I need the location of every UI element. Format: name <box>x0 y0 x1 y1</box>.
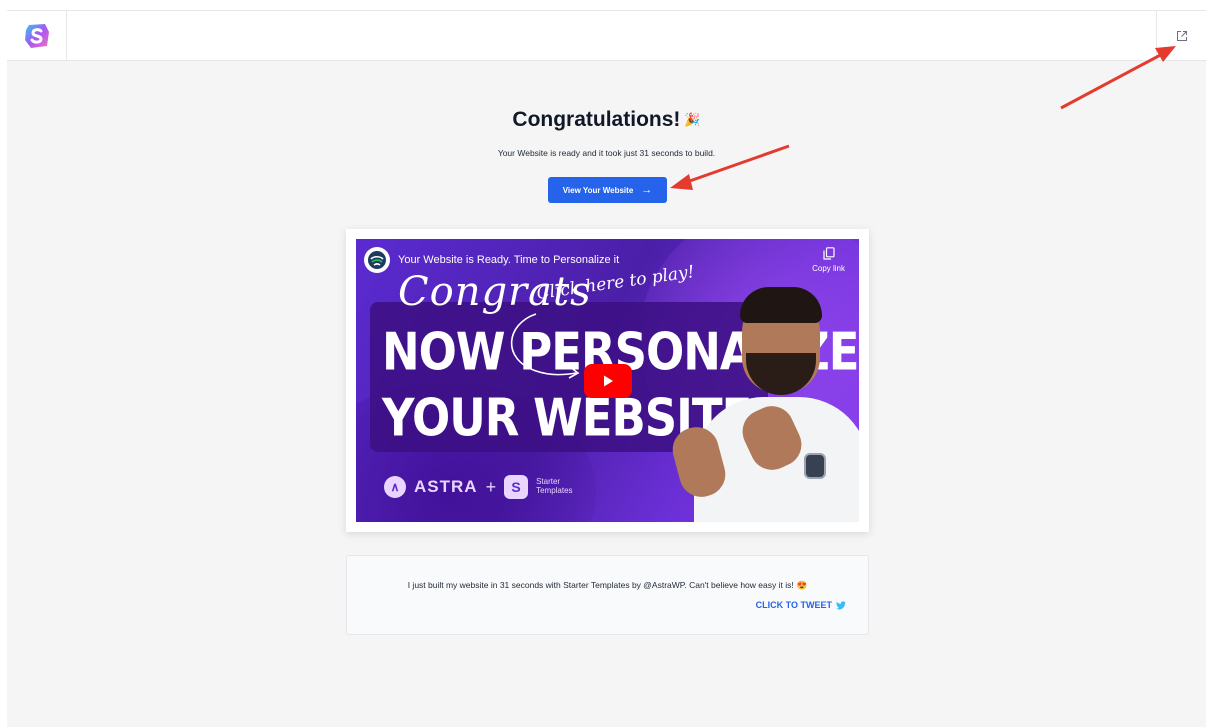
channel-logo-icon <box>368 251 386 269</box>
copy-link-button[interactable]: Copy link <box>812 247 845 273</box>
play-button[interactable] <box>584 364 632 398</box>
presenter-beard <box>746 353 816 395</box>
video-player[interactable]: Your Website is Ready. Time to Personali… <box>356 239 859 522</box>
starter-templates-logo-icon <box>24 24 49 48</box>
arrow-right-icon: → <box>641 184 653 196</box>
video-title[interactable]: Your Website is Ready. Time to Personali… <box>398 254 619 266</box>
view-website-button[interactable]: View Your Website → <box>548 177 667 203</box>
logo <box>7 11 67 61</box>
brand-plus: + <box>485 476 497 497</box>
page-frame: Congratulations! 🎉 Your Website is ready … <box>7 10 1206 727</box>
tweet-text: I just built my website in 31 seconds wi… <box>347 580 868 591</box>
video-card: Your Website is Ready. Time to Personali… <box>346 229 869 532</box>
click-to-tweet-link[interactable]: CLICK TO TWEET <box>756 600 846 610</box>
presenter-hair <box>740 287 822 323</box>
astra-logo-icon: ∧ <box>384 476 406 498</box>
page-title: Congratulations! 🎉 <box>7 108 1206 132</box>
play-icon <box>604 375 613 387</box>
brand-row: ∧ ASTRA + S Starter Templates <box>384 475 573 499</box>
heart-eyes-icon: 😍 <box>796 580 808 590</box>
tweet-card: I just built my website in 31 seconds wi… <box>346 555 869 635</box>
copy-link-label: Copy link <box>812 264 845 273</box>
brand-starter-templates: Starter Templates <box>536 477 573 496</box>
top-bar <box>7 11 1206 61</box>
party-popper-icon: 🎉 <box>684 112 701 128</box>
copy-icon <box>822 247 835 260</box>
twitter-icon <box>836 600 846 609</box>
wristwatch-icon <box>804 453 826 479</box>
view-website-label: View Your Website <box>562 185 634 195</box>
title-text: Congratulations! <box>512 108 681 131</box>
external-link-icon <box>1176 31 1187 41</box>
subtitle: Your Website is ready and it took just 3… <box>497 148 716 158</box>
presenter-image <box>667 287 859 522</box>
brand-st-line2: Templates <box>536 486 573 495</box>
channel-avatar[interactable] <box>364 247 390 273</box>
starter-templates-logo-icon: S <box>504 475 529 499</box>
tweet-message: I just built my website in 31 seconds wi… <box>407 580 794 590</box>
open-external-button[interactable] <box>1156 11 1206 61</box>
click-to-tweet-label: CLICK TO TWEET <box>755 600 832 610</box>
brand-astra: ASTRA <box>414 477 478 496</box>
